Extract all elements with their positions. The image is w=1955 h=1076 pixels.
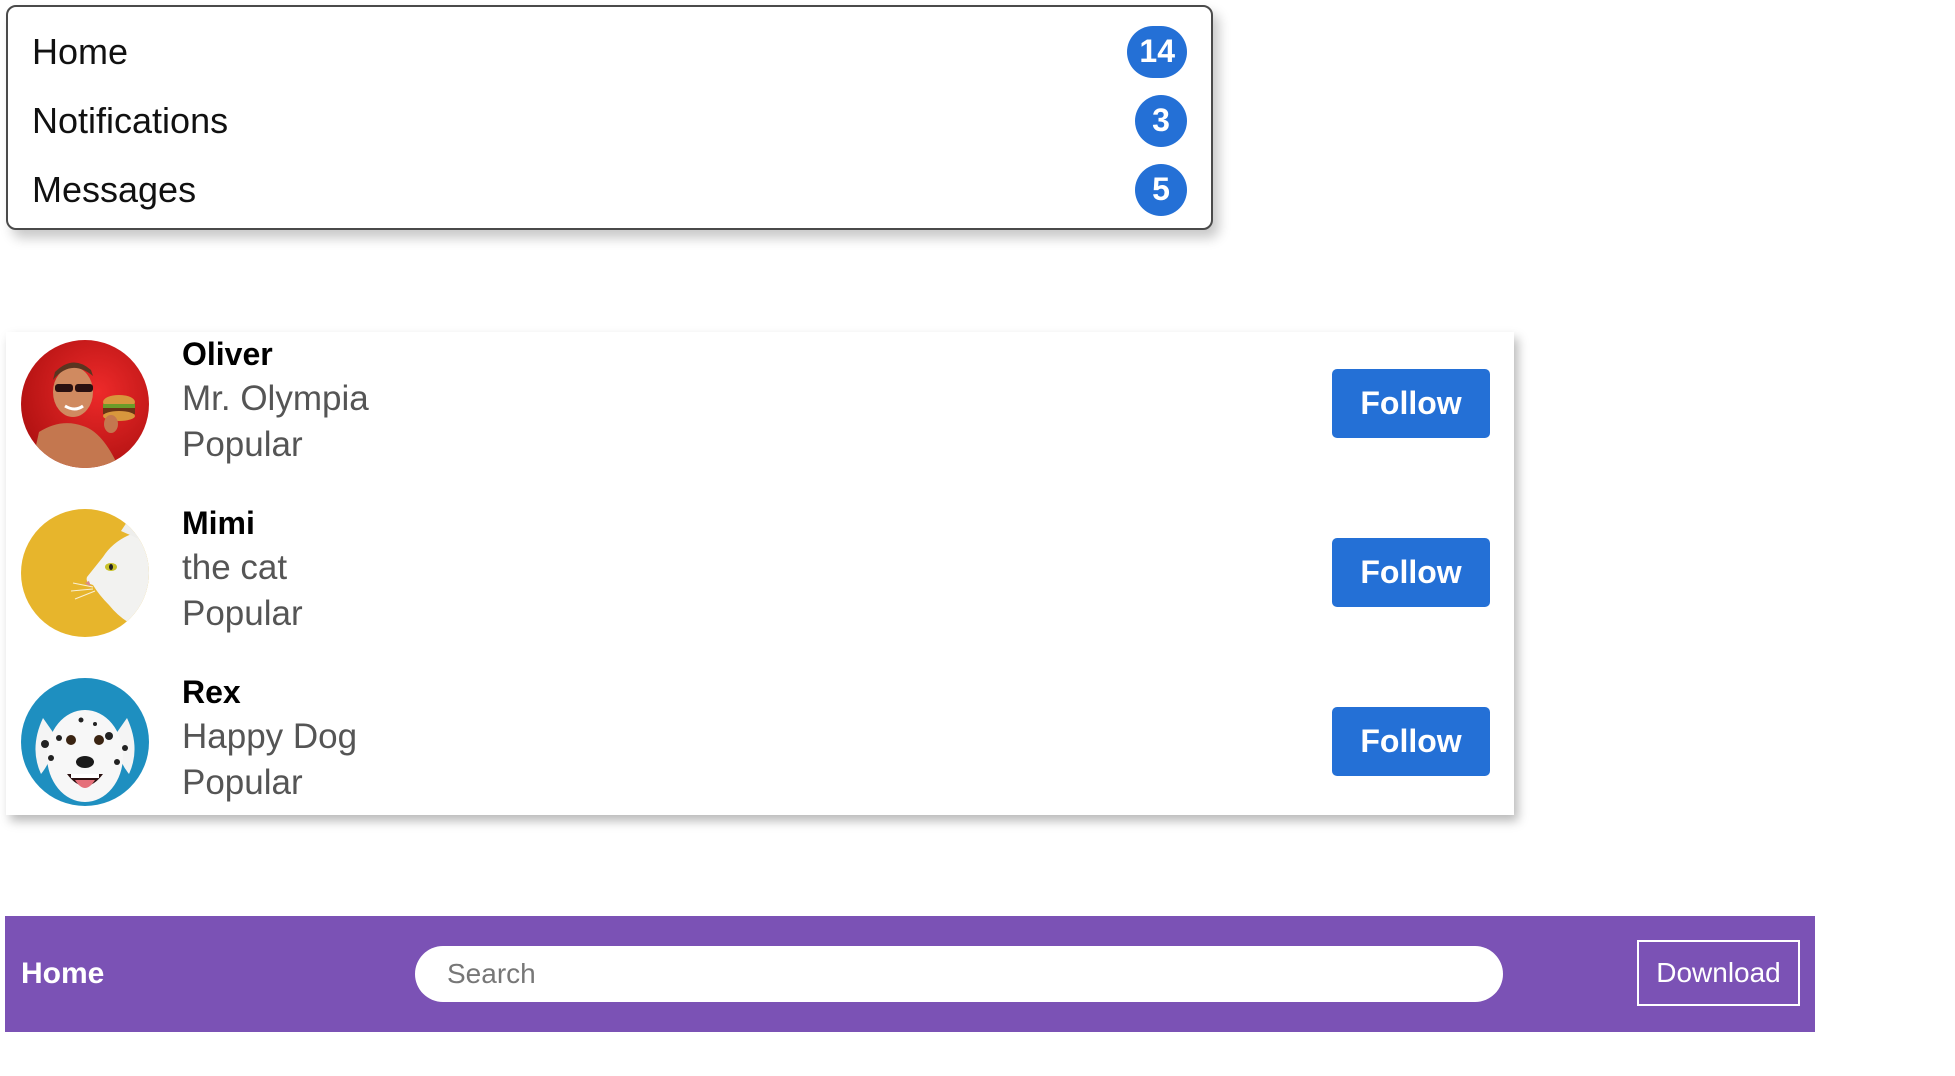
follow-button[interactable]: Follow [1332,369,1490,438]
user-subtitle: Happy Dog [182,717,358,756]
search-input[interactable] [415,946,1503,1002]
navbar: Home Download [5,916,1815,1032]
user-tag: Popular [182,425,303,464]
download-button[interactable]: Download [1637,940,1800,1006]
user-subtitle: the cat [182,548,288,587]
badge-list: Home 14 Notifications 3 Messages 5 [6,5,1213,230]
badge-item-notifications[interactable]: Notifications 3 [8,86,1211,155]
user-info: Oliver Mr. Olympia Popular [182,332,369,468]
nav-home-link[interactable]: Home [21,916,104,1032]
follow-suggestions-card: Oliver Mr. Olympia Popular Follow Mimi t… [6,332,1514,815]
badge-item-label: Notifications [32,99,229,141]
user-tag: Popular [182,594,303,633]
badge-item-home[interactable]: Home 14 [8,17,1211,86]
user-subtitle: Mr. Olympia [182,379,369,418]
user-name: Oliver [182,336,273,372]
user-row-oliver: Oliver Mr. Olympia Popular Follow [6,332,1514,501]
white-cat-avatar [21,509,149,637]
user-info: Rex Happy Dog Popular [182,670,357,806]
user-row-mimi: Mimi the cat Popular Follow [6,501,1514,670]
follow-button[interactable]: Follow [1332,538,1490,607]
count-badge: 3 [1135,94,1187,147]
man-with-burger-avatar [21,340,149,468]
user-name: Mimi [182,505,255,541]
badge-item-label: Messages [32,168,197,210]
dalmatian-dog-avatar [21,678,149,806]
count-badge: 5 [1135,163,1187,216]
user-name: Rex [182,674,241,710]
count-badge: 14 [1127,25,1187,78]
badge-item-label: Home [32,30,129,72]
follow-button[interactable]: Follow [1332,707,1490,776]
user-info: Mimi the cat Popular [182,501,303,637]
user-row-rex: Rex Happy Dog Popular Follow [6,670,1514,839]
badge-item-messages[interactable]: Messages 5 [8,155,1211,224]
user-tag: Popular [182,763,303,802]
